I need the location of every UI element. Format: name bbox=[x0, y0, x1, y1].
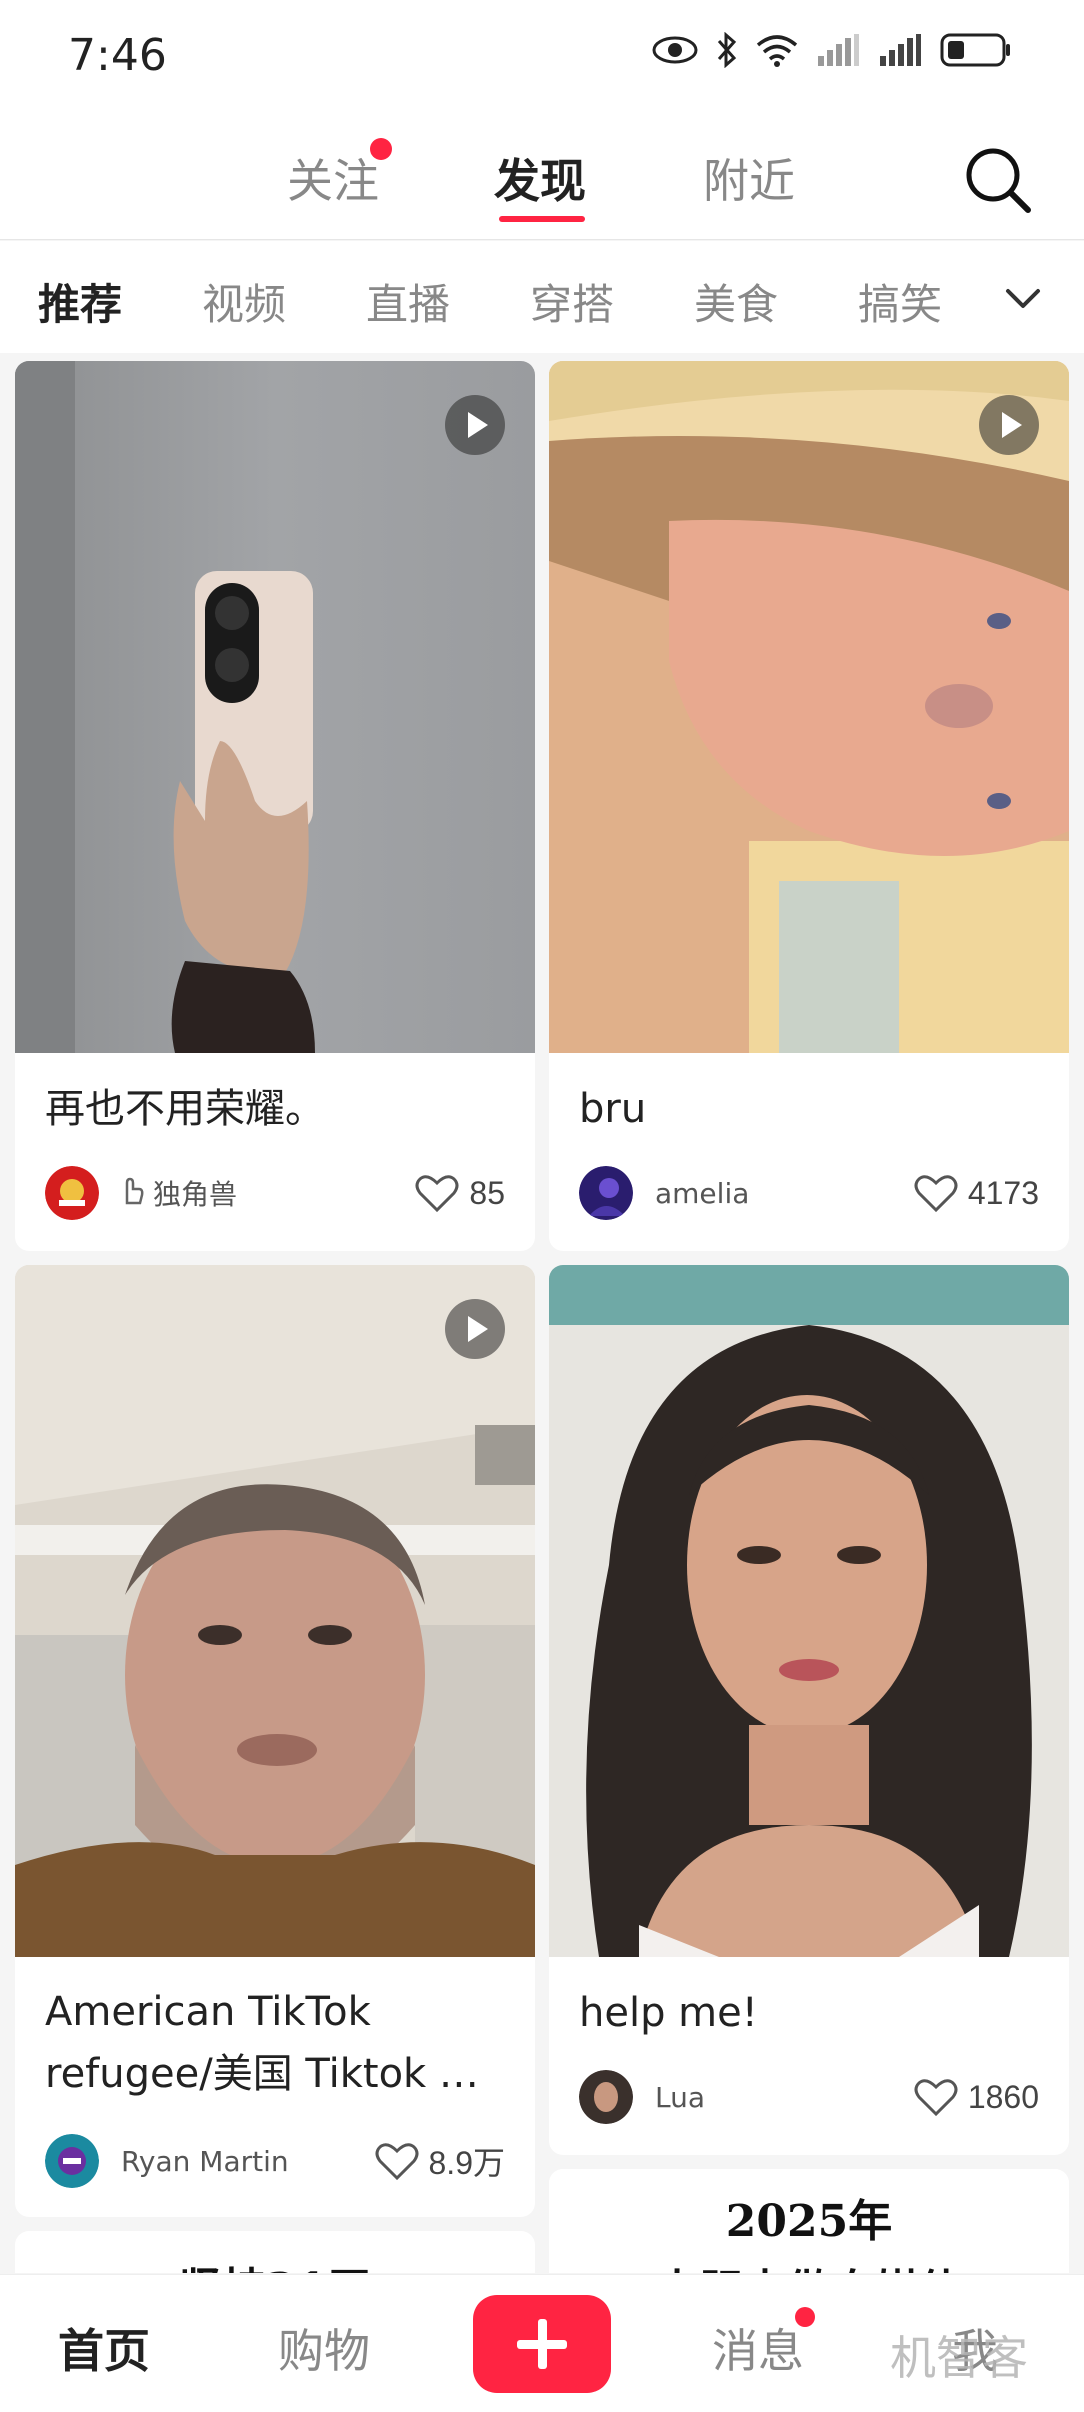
play-icon bbox=[445, 395, 505, 455]
play-icon bbox=[445, 1299, 505, 1359]
card-title: 再也不用荣耀。 bbox=[45, 1086, 325, 1132]
category-recommend[interactable]: 推荐 bbox=[38, 271, 122, 332]
like-count[interactable]: 4173 bbox=[914, 1173, 1039, 1213]
author-name[interactable]: amelia bbox=[655, 1177, 914, 1210]
signal-icon bbox=[878, 34, 922, 71]
avatar bbox=[579, 2070, 633, 2124]
card-thumbnail bbox=[15, 361, 535, 1053]
card-title: help me! bbox=[579, 1990, 758, 2036]
bluetooth-icon bbox=[716, 31, 738, 73]
category-food[interactable]: 美食 bbox=[694, 271, 778, 332]
like-count[interactable]: 85 bbox=[415, 1173, 505, 1213]
category-funny[interactable]: 搞笑 bbox=[858, 271, 942, 332]
category-live[interactable]: 直播 bbox=[366, 271, 450, 332]
author-name[interactable]: Ryan Martin bbox=[121, 2145, 375, 2178]
nav-home[interactable]: 首页 bbox=[58, 2315, 150, 2381]
search-icon[interactable] bbox=[962, 144, 1034, 216]
like-count-value: 8.9万 bbox=[428, 2145, 506, 2181]
like-count[interactable]: 8.9万 bbox=[375, 2138, 506, 2184]
like-count-value: 1860 bbox=[967, 2078, 1039, 2115]
avatar bbox=[45, 2134, 99, 2188]
card-meta: Ryan Martin 8.9万 bbox=[45, 2133, 505, 2189]
status-icons bbox=[652, 31, 1012, 73]
cover-line-1: 2025年 bbox=[725, 2196, 893, 2247]
battery-icon bbox=[940, 32, 1012, 73]
category-outfit[interactable]: 穿搭 bbox=[530, 271, 614, 332]
card-cover-text: 坚持21天 bbox=[15, 2253, 535, 2273]
play-icon bbox=[979, 395, 1039, 455]
nav-messages[interactable]: 消息 bbox=[712, 2315, 804, 2381]
category-bar: 推荐 视频 直播 穿搭 美食 搞笑 bbox=[0, 241, 1084, 353]
cover-line-2: 大胆去做自媒体 bbox=[549, 2255, 1069, 2273]
author-name[interactable]: Lua bbox=[655, 2081, 914, 2114]
author-name[interactable]: 独角兽 bbox=[153, 1173, 415, 1213]
card-thumbnail bbox=[549, 361, 1069, 1053]
card-title: bru bbox=[579, 1086, 647, 1132]
heart-icon bbox=[415, 1175, 459, 1213]
wifi-icon bbox=[756, 33, 798, 72]
top-nav: 关注 发现 附近 bbox=[0, 110, 1084, 240]
avatar bbox=[579, 1166, 633, 1220]
notification-dot bbox=[795, 2307, 815, 2327]
feed-card[interactable]: 再也不用荣耀。 独角兽 85 bbox=[15, 361, 535, 1251]
hand-icon bbox=[119, 1175, 145, 1212]
heart-icon bbox=[914, 1175, 958, 1213]
feed-card[interactable]: American TikTok refugee/美国 Tiktok … Ryan… bbox=[15, 1265, 535, 2217]
card-thumbnail bbox=[549, 1265, 1069, 1957]
like-count-value: 4173 bbox=[967, 1174, 1039, 1211]
active-tab-indicator bbox=[499, 216, 585, 222]
signal-icon bbox=[816, 34, 860, 71]
feed-card[interactable]: 2025年 大胆去做自媒体 bbox=[549, 2169, 1069, 2273]
avatar bbox=[45, 1166, 99, 1220]
card-title: American TikTok refugee/美国 Tiktok … bbox=[45, 1989, 479, 2097]
card-cover-text: 2025年 大胆去做自媒体 bbox=[549, 2169, 1069, 2273]
feed-card[interactable]: help me! Lua 1860 bbox=[549, 1265, 1069, 2155]
tab-following[interactable]: 关注 bbox=[287, 145, 379, 211]
watermark: 机智客 bbox=[890, 2331, 1028, 2385]
feed: 再也不用荣耀。 独角兽 85 bru amelia 4173 American … bbox=[0, 353, 1084, 2273]
like-count[interactable]: 1860 bbox=[914, 2077, 1039, 2117]
card-meta: Lua 1860 bbox=[579, 2069, 1039, 2125]
card-meta: amelia 4173 bbox=[579, 1165, 1039, 1221]
category-video[interactable]: 视频 bbox=[202, 271, 286, 332]
eye-icon bbox=[652, 35, 698, 70]
notification-dot bbox=[370, 138, 392, 160]
nav-shopping[interactable]: 购物 bbox=[278, 2315, 370, 2381]
plus-icon[interactable] bbox=[473, 2295, 611, 2393]
tab-discover[interactable]: 发现 bbox=[494, 145, 586, 211]
status-bar: 7:46 bbox=[0, 0, 1084, 110]
like-count-value: 85 bbox=[469, 1174, 505, 1211]
card-thumbnail bbox=[15, 1265, 535, 1957]
chevron-down-icon[interactable] bbox=[1000, 275, 1046, 321]
tab-nearby[interactable]: 附近 bbox=[703, 145, 795, 211]
feed-card[interactable]: bru amelia 4173 bbox=[549, 361, 1069, 1251]
heart-icon bbox=[375, 2143, 418, 2181]
heart-icon bbox=[914, 2079, 958, 2117]
clock: 7:46 bbox=[68, 30, 167, 81]
feed-card[interactable]: 坚持21天 bbox=[15, 2231, 535, 2273]
card-meta: 独角兽 85 bbox=[45, 1165, 505, 1221]
